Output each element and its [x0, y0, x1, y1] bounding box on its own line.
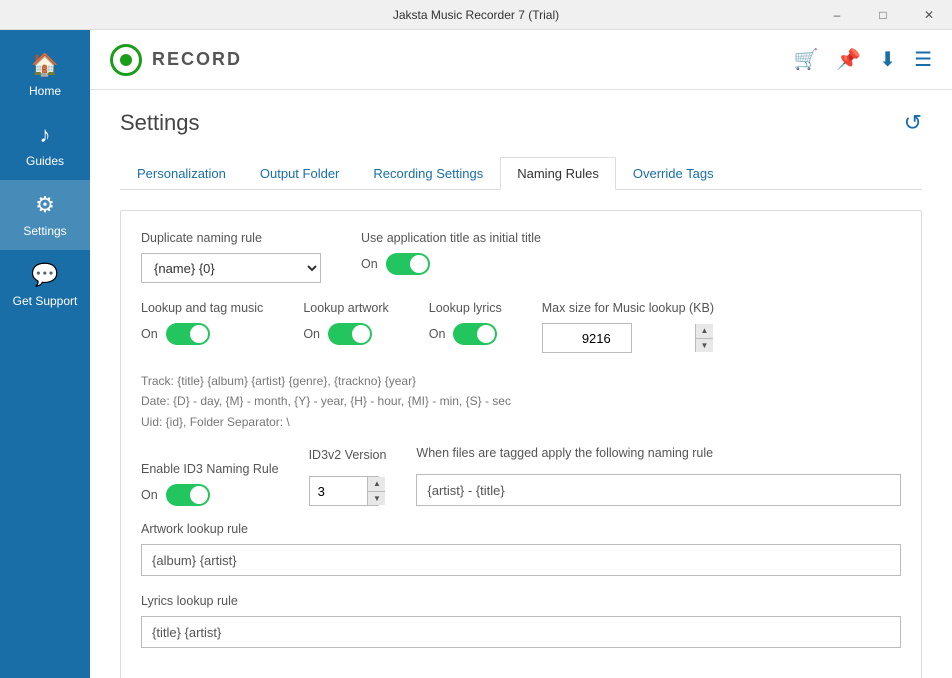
- info-line-1: Track: {title} {album} {artist} {genre},…: [141, 371, 901, 391]
- window-controls: – □ ✕: [814, 0, 952, 30]
- max-size-spinners: ▲ ▼: [695, 324, 713, 352]
- home-icon: 🏠: [31, 52, 58, 78]
- sidebar-label-guides: Guides: [26, 154, 64, 168]
- sidebar-item-settings[interactable]: ⚙ Settings: [0, 180, 90, 250]
- col-id3-version: ID3v2 Version ▲ ▼: [309, 448, 387, 506]
- pin-icon[interactable]: 📌: [836, 47, 861, 72]
- lookup-lyrics-toggle-row: On: [429, 323, 502, 345]
- tabs: Personalization Output Folder Recording …: [120, 156, 922, 190]
- id3-version-label: ID3v2 Version: [309, 448, 387, 462]
- page-title: Settings: [120, 110, 200, 136]
- tagged-naming-rule-input[interactable]: [416, 474, 901, 506]
- sidebar-item-guides[interactable]: ♪ Guides: [0, 110, 90, 180]
- duplicate-naming-dropdown[interactable]: {name} {0}: [141, 253, 321, 283]
- lookup-tag-toggle-row: On: [141, 323, 263, 345]
- row-duplicate-naming: Duplicate naming rule {name} {0} Use app…: [141, 231, 901, 283]
- id3-version-spinners: ▲ ▼: [367, 477, 385, 505]
- use-app-title-toggle-row: On: [361, 253, 541, 275]
- reset-button[interactable]: ↺: [904, 110, 922, 136]
- guides-icon: ♪: [40, 122, 51, 148]
- row-lookups: Lookup and tag music On Lookup artwork O…: [141, 301, 901, 353]
- enable-id3-toggle-row: On: [141, 484, 279, 506]
- artwork-lookup-input[interactable]: [141, 544, 901, 576]
- content-area: RECORD 🛒 📌 ⬇ ☰ Settings ↺ Personalizatio…: [90, 30, 952, 678]
- lookup-tag-label: Lookup and tag music: [141, 301, 263, 315]
- enable-id3-label: Enable ID3 Naming Rule: [141, 462, 279, 476]
- tab-override-tags[interactable]: Override Tags: [616, 157, 731, 190]
- info-line-2: Date: {D} - day, {M} - month, {Y} - year…: [141, 391, 901, 411]
- max-size-down-button[interactable]: ▼: [695, 339, 713, 353]
- sidebar-label-home: Home: [29, 84, 61, 98]
- settings-title-row: Settings ↺: [120, 110, 922, 136]
- use-app-title-label: Use application title as initial title: [361, 231, 541, 245]
- lookup-artwork-toggle[interactable]: [328, 323, 372, 345]
- info-text-block: Track: {title} {album} {artist} {genre},…: [141, 371, 901, 432]
- sidebar-label-support: Get Support: [13, 294, 78, 308]
- settings-icon: ⚙: [35, 192, 55, 218]
- record-logo: RECORD: [110, 44, 242, 76]
- lookup-lyrics-label: Lookup lyrics: [429, 301, 502, 315]
- sidebar: 🏠 Home ♪ Guides ⚙ Settings 💬 Get Support: [0, 30, 90, 678]
- id3-version-down-button[interactable]: ▼: [367, 492, 385, 506]
- col-lookup-tag: Lookup and tag music On: [141, 301, 263, 345]
- lookup-artwork-label: Lookup artwork: [303, 301, 388, 315]
- tagged-naming-rule-label: When files are tagged apply the followin…: [416, 446, 901, 460]
- col-tagged-naming-rule: When files are tagged apply the followin…: [416, 446, 901, 506]
- settings-panel: Duplicate naming rule {name} {0} Use app…: [120, 210, 922, 678]
- id3-row: Enable ID3 Naming Rule On ID3v2 Version …: [141, 446, 901, 506]
- title-bar: Jaksta Music Recorder 7 (Trial) – □ ✕: [0, 0, 952, 30]
- col-lookup-artwork: Lookup artwork On: [303, 301, 388, 345]
- lyrics-lookup-input[interactable]: [141, 616, 901, 648]
- minimize-button[interactable]: –: [814, 0, 860, 30]
- app-body: 🏠 Home ♪ Guides ⚙ Settings 💬 Get Support…: [0, 30, 952, 678]
- cart-icon[interactable]: 🛒: [793, 47, 818, 72]
- menu-icon[interactable]: ☰: [914, 47, 932, 72]
- record-dot-icon: [120, 54, 132, 66]
- lookup-tag-toggle[interactable]: [166, 323, 210, 345]
- col-duplicate-naming: Duplicate naming rule {name} {0}: [141, 231, 321, 283]
- maximize-button[interactable]: □: [860, 0, 906, 30]
- artwork-lookup-label: Artwork lookup rule: [141, 522, 901, 536]
- col-max-size: Max size for Music lookup (KB) ▲ ▼: [542, 301, 714, 353]
- download-icon[interactable]: ⬇: [879, 47, 896, 72]
- close-button[interactable]: ✕: [906, 0, 952, 30]
- max-size-input[interactable]: [542, 323, 632, 353]
- col-lookup-lyrics: Lookup lyrics On: [429, 301, 502, 345]
- max-size-input-wrap: ▲ ▼: [542, 323, 714, 353]
- max-size-up-button[interactable]: ▲: [695, 324, 713, 339]
- col-enable-id3: Enable ID3 Naming Rule On: [141, 462, 279, 506]
- max-size-label: Max size for Music lookup (KB): [542, 301, 714, 315]
- header-icons: 🛒 📌 ⬇ ☰: [793, 47, 932, 72]
- support-icon: 💬: [31, 262, 58, 288]
- lookup-tag-on-label: On: [141, 327, 158, 341]
- sidebar-label-settings: Settings: [23, 224, 66, 238]
- app-title: Jaksta Music Recorder 7 (Trial): [393, 8, 559, 22]
- sidebar-item-home[interactable]: 🏠 Home: [0, 40, 90, 110]
- use-app-title-toggle[interactable]: [386, 253, 430, 275]
- settings-area: Settings ↺ Personalization Output Folder…: [90, 90, 952, 678]
- lookup-artwork-toggle-row: On: [303, 323, 388, 345]
- record-circle-icon: [110, 44, 142, 76]
- duplicate-naming-label: Duplicate naming rule: [141, 231, 321, 245]
- info-line-3: Uid: {id}, Folder Separator: \: [141, 412, 901, 432]
- lookup-lyrics-toggle[interactable]: [453, 323, 497, 345]
- record-label: RECORD: [152, 49, 242, 70]
- row-lyrics-lookup: Lyrics lookup rule: [141, 594, 901, 648]
- lookup-artwork-on-label: On: [303, 327, 320, 341]
- id3-version-up-button[interactable]: ▲: [367, 477, 385, 492]
- tab-recording-settings[interactable]: Recording Settings: [356, 157, 500, 190]
- tab-naming-rules[interactable]: Naming Rules: [500, 157, 616, 190]
- lookup-lyrics-on-label: On: [429, 327, 446, 341]
- lyrics-lookup-label: Lyrics lookup rule: [141, 594, 901, 608]
- enable-id3-toggle[interactable]: [166, 484, 210, 506]
- col-use-app-title: Use application title as initial title O…: [361, 231, 541, 275]
- tab-output-folder[interactable]: Output Folder: [243, 157, 357, 190]
- id3-version-input-wrap: ▲ ▼: [309, 476, 387, 506]
- row-artwork-lookup: Artwork lookup rule: [141, 522, 901, 576]
- sidebar-item-support[interactable]: 💬 Get Support: [0, 250, 90, 320]
- tab-personalization[interactable]: Personalization: [120, 157, 243, 190]
- enable-id3-on-label: On: [141, 488, 158, 502]
- header-bar: RECORD 🛒 📌 ⬇ ☰: [90, 30, 952, 90]
- use-app-title-on-label: On: [361, 257, 378, 271]
